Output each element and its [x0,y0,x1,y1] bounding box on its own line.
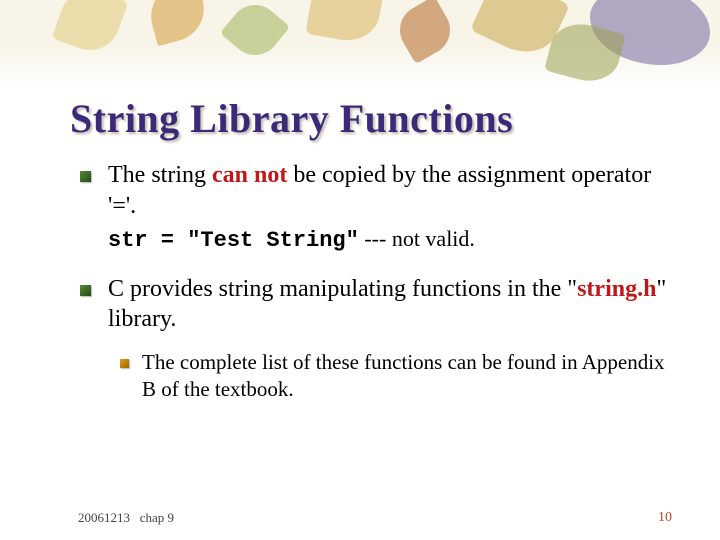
slide-title: String Library Functions [70,95,680,142]
bullet-1-codeline: str = "Test String" --- not valid. [108,225,680,255]
bullet-1-text-pre: The string [108,162,212,188]
footer-chapter: chap 9 [140,510,174,525]
bullet-2-text-pre: C provides string manipulating functions… [108,276,577,302]
sub-bullet-1: The complete list of these functions can… [108,349,680,404]
footer-date: 20061213 [78,510,130,525]
code-sample: str = "Test String" [108,228,359,253]
sub-bullet-list: The complete list of these functions can… [108,349,680,404]
code-tail: --- not valid. [359,226,475,251]
page-number: 10 [658,510,672,526]
bullet-1: The string can not be copied by the assi… [70,160,680,256]
bullet-2: C provides string manipulating functions… [70,274,680,404]
bullet-list: The string can not be copied by the assi… [70,160,680,404]
slide-footer: 20061213 chap 9 10 [78,510,680,526]
decorative-banner [0,0,720,85]
slide-content: String Library Functions The string can … [70,95,680,422]
bullet-1-emph: can not [212,162,287,188]
bullet-2-emph: string.h [577,276,656,302]
